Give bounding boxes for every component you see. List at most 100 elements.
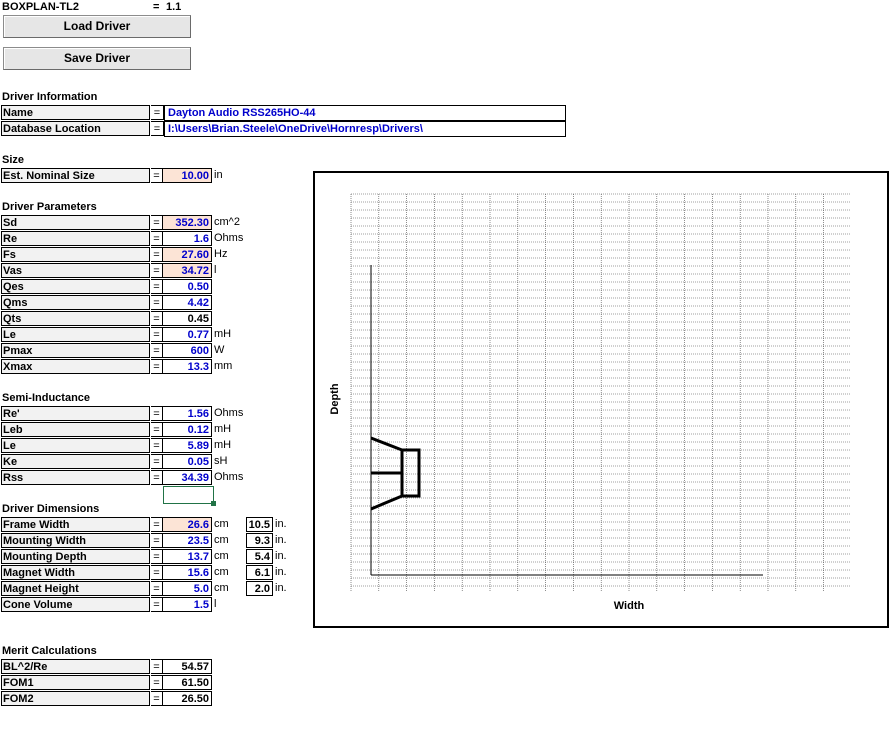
param-value[interactable]: 0.77	[163, 327, 212, 342]
semi-value[interactable]: 34.39	[163, 470, 212, 485]
dim-unit: cm	[214, 566, 229, 578]
param-value[interactable]: 27.60	[163, 247, 212, 262]
equals-cell: =	[151, 343, 163, 358]
equals-cell: =	[151, 597, 163, 612]
semi-value[interactable]: 5.89	[163, 438, 212, 453]
equals-cell: =	[151, 311, 163, 326]
param-value[interactable]: 352.30	[163, 215, 212, 230]
semi-label: Leb	[1, 422, 150, 437]
param-value[interactable]: 13.3	[163, 359, 212, 374]
equals-cell: =	[151, 263, 163, 278]
nominal-size-unit: in	[214, 169, 223, 181]
semi-label: Re'	[1, 406, 150, 421]
equals-cell: =	[151, 549, 163, 564]
equals-cell: =	[151, 327, 163, 342]
dim-inches-unit: in.	[275, 550, 287, 562]
dim-unit: cm	[214, 550, 229, 562]
param-label: Sd	[1, 215, 150, 230]
param-value[interactable]: 34.72	[163, 263, 212, 278]
dim-value[interactable]: 13.7	[163, 549, 212, 564]
param-label: Qms	[1, 295, 150, 310]
dim-label: Mounting Depth	[1, 549, 150, 564]
dim-inches: 2.0	[246, 581, 273, 596]
param-label: Fs	[1, 247, 150, 262]
merit-heading: Merit Calculations	[2, 645, 97, 657]
param-value: 0.45	[163, 311, 212, 326]
semi-unit: Ohms	[214, 407, 244, 419]
nominal-size-label: Est. Nominal Size	[1, 168, 150, 183]
equals-cell: =	[151, 422, 163, 437]
dim-inches-unit: in.	[275, 566, 287, 578]
equals-cell: =	[151, 470, 163, 485]
param-label: Re	[1, 231, 150, 246]
param-unit: Ohms	[214, 232, 244, 244]
driver-profile-plot: Depth Width	[329, 193, 851, 612]
merit-label: FOM2	[1, 691, 150, 706]
equals-cell: =	[151, 359, 163, 374]
semi-value[interactable]: 1.56	[163, 406, 212, 421]
equals-cell: =	[151, 105, 164, 120]
dim-inches-unit: in.	[275, 534, 287, 546]
dim-inches: 10.5	[246, 517, 273, 532]
equals-cell: =	[151, 675, 163, 690]
param-unit: mH	[214, 328, 232, 340]
dim-label: Frame Width	[1, 517, 150, 532]
dim-value[interactable]: 15.6	[163, 565, 212, 580]
semi-unit: Ohms	[214, 471, 244, 483]
semi-inductance-heading: Semi-Inductance	[2, 392, 91, 404]
merit-value: 26.50	[163, 691, 212, 706]
dim-value[interactable]: 5.0	[163, 581, 212, 596]
size-heading: Size	[2, 154, 25, 166]
dim-inches: 6.1	[246, 565, 273, 580]
database-location-label: Database Location	[1, 121, 150, 136]
param-value[interactable]: 600	[163, 343, 212, 358]
param-label: Le	[1, 327, 150, 342]
selected-cell[interactable]	[163, 486, 216, 506]
driver-profile-chart[interactable]: Depth Width	[313, 171, 889, 628]
param-unit: l	[214, 264, 217, 276]
merit-value: 61.50	[163, 675, 212, 690]
equals-cell: =	[151, 565, 163, 580]
param-label: Pmax	[1, 343, 150, 358]
semi-label: Rss	[1, 470, 150, 485]
driver-name-value[interactable]: Dayton Audio RSS265HO-44	[164, 105, 566, 121]
semi-value[interactable]: 0.12	[163, 422, 212, 437]
dim-value[interactable]: 23.5	[163, 533, 212, 548]
save-driver-button[interactable]: Save Driver	[3, 47, 191, 70]
equals-cell: =	[151, 517, 163, 532]
param-label: Qes	[1, 279, 150, 294]
dim-unit: l	[214, 598, 217, 610]
param-unit: W	[214, 344, 225, 356]
plot-grid	[350, 193, 851, 592]
semi-value[interactable]: 0.05	[163, 454, 212, 469]
driver-profile-shape	[370, 436, 421, 511]
dim-inches-unit: in.	[275, 518, 287, 530]
dim-label: Cone Volume	[1, 597, 150, 612]
dim-value[interactable]: 1.5	[163, 597, 212, 612]
param-unit: mm	[214, 360, 233, 372]
load-driver-button[interactable]: Load Driver	[3, 15, 191, 38]
dim-label: Magnet Height	[1, 581, 150, 596]
dim-value[interactable]: 26.6	[163, 517, 212, 532]
param-value[interactable]: 1.6	[163, 231, 212, 246]
semi-label: Le	[1, 438, 150, 453]
dim-inches: 5.4	[246, 549, 273, 564]
database-location-value[interactable]: I:\Users\Brian.Steele\OneDrive\Hornresp\…	[164, 121, 566, 137]
nominal-size-value[interactable]: 10.00	[163, 168, 212, 183]
equals-cell: =	[151, 406, 163, 421]
param-unit: cm^2	[214, 216, 240, 228]
equals-cell: =	[151, 231, 163, 246]
merit-value: 54.57	[163, 659, 212, 674]
equals-cell: =	[151, 295, 163, 310]
dim-inches-unit: in.	[275, 582, 287, 594]
param-value[interactable]: 0.50	[163, 279, 212, 294]
equals-cell: =	[151, 247, 163, 262]
param-unit: Hz	[214, 248, 228, 260]
param-value[interactable]: 4.42	[163, 295, 212, 310]
equals-cell: =	[151, 691, 163, 706]
equals-cell: =	[151, 533, 163, 548]
driver-dims-heading: Driver Dimensions	[2, 503, 100, 515]
semi-unit: sH	[214, 455, 228, 467]
equals-cell: =	[151, 168, 163, 183]
semi-label: Ke	[1, 454, 150, 469]
